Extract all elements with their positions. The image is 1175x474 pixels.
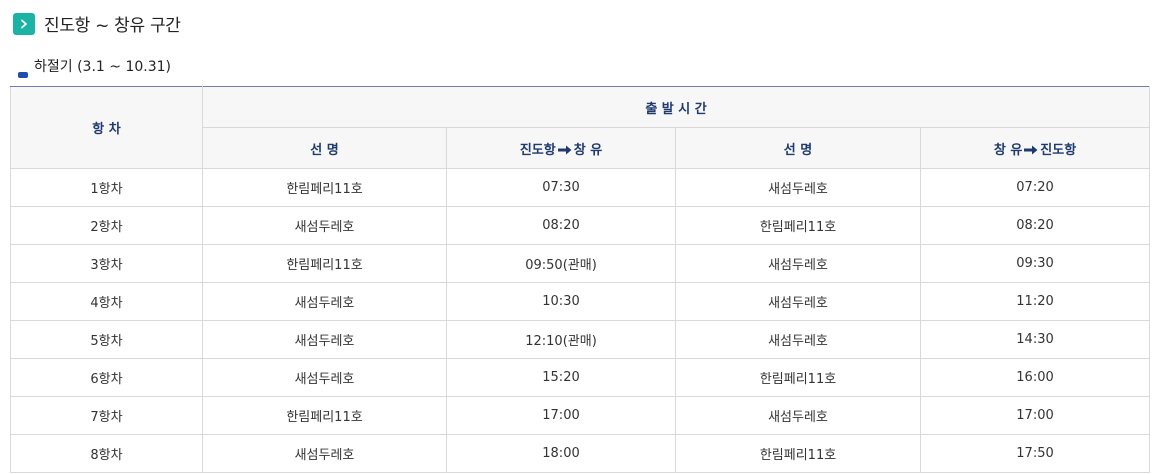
ship-cell: 새섬두레호 <box>675 282 921 321</box>
ship-cell: 새섬두레호 <box>202 320 447 359</box>
voyage-cell: 1항차 <box>10 168 203 207</box>
ship-cell: 새섬두레호 <box>675 244 921 283</box>
time-cell: 09:30 <box>919 244 1151 283</box>
ship-cell: 한림페리11호 <box>202 396 447 435</box>
time-cell: 15:20 <box>446 358 676 397</box>
voyage-cell: 7항차 <box>10 396 203 435</box>
arrow-right-icon <box>557 145 572 155</box>
season-heading: 하절기 (3.1 ~ 10.31) <box>18 56 171 78</box>
time-cell: 10:30 <box>446 282 676 321</box>
ship-cell: 새섬두레호 <box>202 358 447 397</box>
ship-cell: 한림페리11호 <box>202 244 447 283</box>
route-outbound-from: 진도항 <box>519 142 556 158</box>
ship-cell: 한림페리11호 <box>202 168 447 207</box>
ship-cell: 새섬두레호 <box>202 206 447 245</box>
time-cell: 17:50 <box>919 434 1151 473</box>
header-route-return: 창 유 진도항 <box>919 127 1151 169</box>
ship-cell: 한림페리11호 <box>675 358 921 397</box>
time-cell: 09:50(관매) <box>446 244 676 283</box>
time-cell: 16:00 <box>919 358 1151 397</box>
ship-cell: 한림페리11호 <box>675 434 921 473</box>
bullet-icon <box>18 63 28 78</box>
voyage-cell: 8항차 <box>10 434 203 473</box>
voyage-cell: 3항차 <box>10 244 203 283</box>
time-cell: 11:20 <box>919 282 1151 321</box>
table-row: 8항차 새섬두레호 18:00 한림페리11호 17:50 <box>10 434 1151 473</box>
time-cell: 17:00 <box>446 396 676 435</box>
ship-cell: 한림페리11호 <box>675 206 921 245</box>
header-voyage: 항 차 <box>10 86 203 169</box>
table-row: 2항차 새섬두레호 08:20 한림페리11호 08:20 <box>10 206 1151 245</box>
header-departure-time: 출 발 시 간 <box>201 86 1151 128</box>
section-title: 진도항 ~ 창유 구간 <box>13 11 181 36</box>
table-row: 7항차 한림페리11호 17:00 새섬두레호 17:00 <box>10 396 1151 435</box>
route-return-from: 창 유 <box>993 142 1023 158</box>
ship-cell: 새섬두레호 <box>675 396 921 435</box>
time-cell: 12:10(관매) <box>446 320 676 359</box>
route-outbound-to: 창 유 <box>573 142 603 158</box>
ship-cell: 새섬두레호 <box>202 434 447 473</box>
time-cell: 07:20 <box>919 168 1151 207</box>
ship-cell: 새섬두레호 <box>675 320 921 359</box>
time-cell: 07:30 <box>446 168 676 207</box>
chevron-right-icon <box>13 12 35 35</box>
arrow-right-icon <box>1024 145 1038 155</box>
season-label: 하절기 (3.1 ~ 10.31) <box>34 59 171 75</box>
voyage-cell: 5항차 <box>10 320 203 359</box>
header-ship-outbound: 선 명 <box>202 127 447 169</box>
time-cell: 18:00 <box>446 434 676 473</box>
time-cell: 08:20 <box>919 206 1151 245</box>
voyage-cell: 2항차 <box>10 206 203 245</box>
schedule-table: 항 차 출 발 시 간 선 명 진도항 창 유 선 명 창 유 진도항 1항차 한림… <box>10 86 1151 473</box>
table-row: 1항차 한림페리11호 07:30 새섬두레호 07:20 <box>10 168 1151 207</box>
time-cell: 17:00 <box>919 396 1151 435</box>
header-ship-return: 선 명 <box>675 127 921 169</box>
table-row: 4항차 새섬두레호 10:30 새섬두레호 11:20 <box>10 282 1151 321</box>
ship-cell: 새섬두레호 <box>202 282 447 321</box>
ship-cell: 새섬두레호 <box>675 168 921 207</box>
time-cell: 14:30 <box>919 320 1151 359</box>
time-cell: 08:20 <box>446 206 676 245</box>
table-row: 5항차 새섬두레호 12:10(관매) 새섬두레호 14:30 <box>10 320 1151 359</box>
page-title: 진도항 ~ 창유 구간 <box>44 16 181 36</box>
table-row: 3항차 한림페리11호 09:50(관매) 새섬두레호 09:30 <box>10 244 1151 283</box>
voyage-cell: 4항차 <box>10 282 203 321</box>
route-return-to: 진도항 <box>1040 142 1077 158</box>
table-row: 6항차 새섬두레호 15:20 한림페리11호 16:00 <box>10 358 1151 397</box>
voyage-cell: 6항차 <box>10 358 203 397</box>
header-route-outbound: 진도항 창 유 <box>446 127 676 169</box>
